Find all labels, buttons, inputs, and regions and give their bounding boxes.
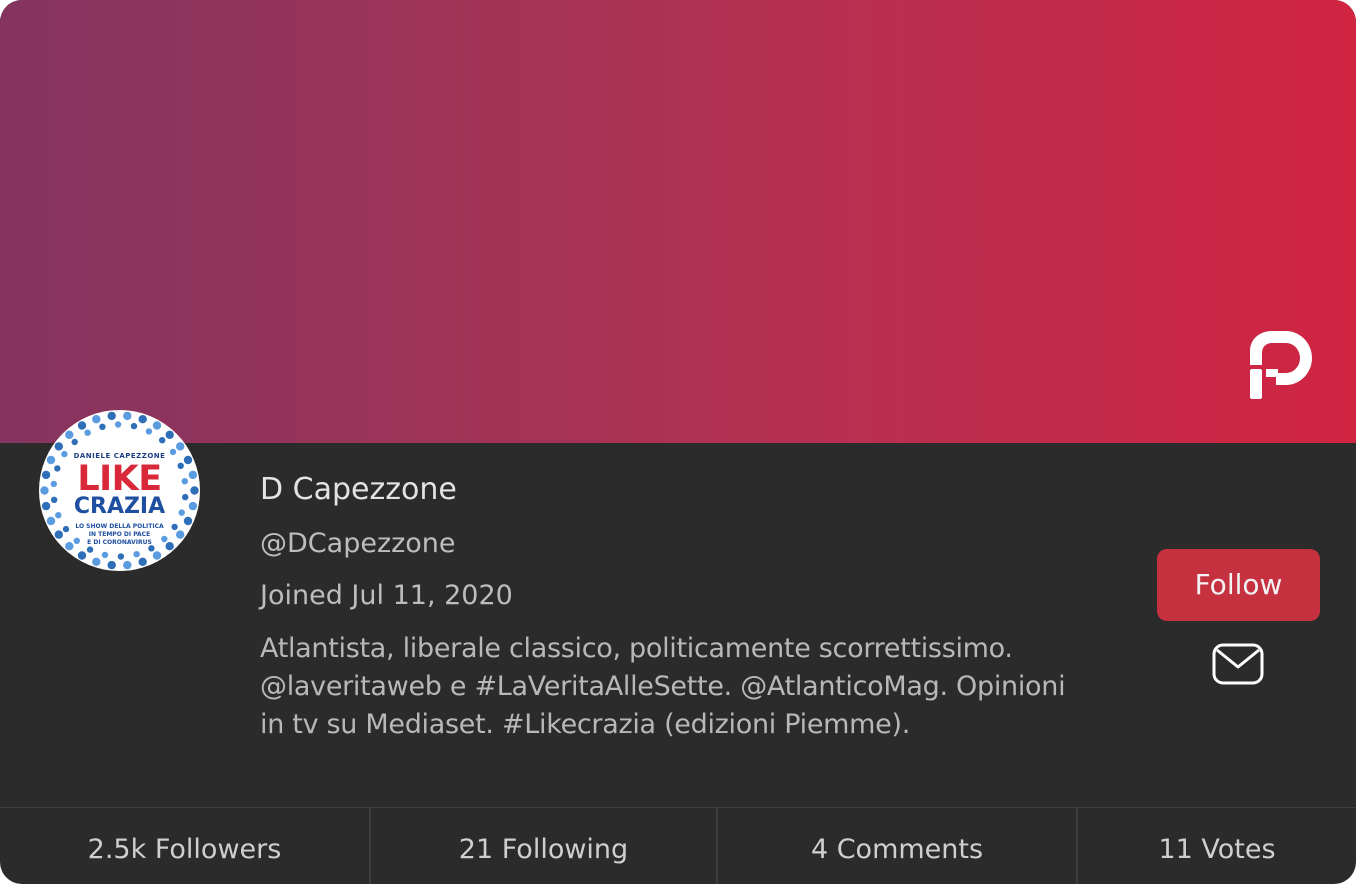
avatar-pattern-dot xyxy=(117,553,125,560)
avatar-pattern-dot xyxy=(138,415,147,424)
avatar-pattern-dot xyxy=(92,557,101,566)
avatar[interactable]: DANIELE CAPEZZONE LIKE CRAZIA LO SHOW DE… xyxy=(39,410,200,571)
avatar-pattern-dot xyxy=(101,551,109,559)
avatar-title-top: LIKE xyxy=(77,459,162,499)
avatar-pattern-dot xyxy=(77,551,87,560)
profile-bio: Atlantista, liberale classico, politicam… xyxy=(260,630,1130,744)
avatar-pattern-dot xyxy=(133,551,140,558)
avatar-pattern-dot xyxy=(77,421,87,430)
followers-count[interactable]: 2.5k Followers xyxy=(0,808,369,884)
profile-card: DANIELE CAPEZZONE LIKE CRAZIA LO SHOW DE… xyxy=(0,0,1356,884)
avatar-pattern-dot xyxy=(130,422,138,430)
avatar-pattern-dot xyxy=(65,430,74,439)
display-name: D Capezzone xyxy=(260,472,457,507)
avatar-pattern-dot xyxy=(107,560,116,570)
avatar-pattern-dot xyxy=(86,546,94,553)
avatar-pattern-dot xyxy=(71,438,78,446)
avatar-subtitle-line: LO SHOW DELLA POLITICA xyxy=(75,523,164,530)
avatar-subtitle-line: E DI CORONAVIRUS xyxy=(87,539,152,546)
username-handle: @DCapezzone xyxy=(260,528,456,559)
bio-line: @laveritaweb e #LaVeritaAlleSette. @Atla… xyxy=(260,671,1066,702)
profile-banner xyxy=(0,0,1356,443)
avatar-pattern-dot xyxy=(152,421,162,430)
avatar-pattern-dot xyxy=(123,560,132,570)
avatar-pattern-dot xyxy=(138,557,147,566)
parler-logo-icon xyxy=(1250,331,1312,399)
avatar-pattern-dot xyxy=(152,551,162,560)
joined-date: Joined Jul 11, 2020 xyxy=(260,580,513,611)
mail-icon[interactable] xyxy=(1212,643,1264,685)
follow-button[interactable]: Follow xyxy=(1157,549,1320,621)
avatar-pattern-dot xyxy=(54,442,63,451)
avatar-pattern-dot xyxy=(176,442,185,451)
avatar-pattern-dot xyxy=(123,411,132,421)
avatar-pattern-dot xyxy=(107,411,116,421)
avatar-pattern-dot xyxy=(99,423,106,430)
avatar-title-bottom: CRAZIA xyxy=(73,494,166,519)
avatar-pattern-dot xyxy=(165,430,174,439)
avatar-subtitle-line: IN TEMPO DI PACE xyxy=(88,531,151,538)
following-count[interactable]: 21 Following xyxy=(371,808,716,884)
avatar-pattern-dot xyxy=(114,421,122,428)
bio-line: in tv su Mediaset. #Likecrazia (edizioni… xyxy=(260,709,910,740)
avatar-pattern-dot xyxy=(84,429,91,436)
avatar-pattern-dot xyxy=(145,428,153,435)
avatar-pattern-dot xyxy=(159,437,166,444)
comments-count[interactable]: 4 Comments xyxy=(718,808,1076,884)
avatar-subtitle: LO SHOW DELLA POLITICA IN TEMPO DI PACE … xyxy=(39,523,200,547)
bio-line: Atlantista, liberale classico, politicam… xyxy=(260,633,1013,664)
avatar-pattern-dot xyxy=(92,415,101,424)
votes-count[interactable]: 11 Votes xyxy=(1078,808,1356,884)
stats-bar: 2.5k Followers 21 Following 4 Comments 1… xyxy=(0,807,1356,884)
